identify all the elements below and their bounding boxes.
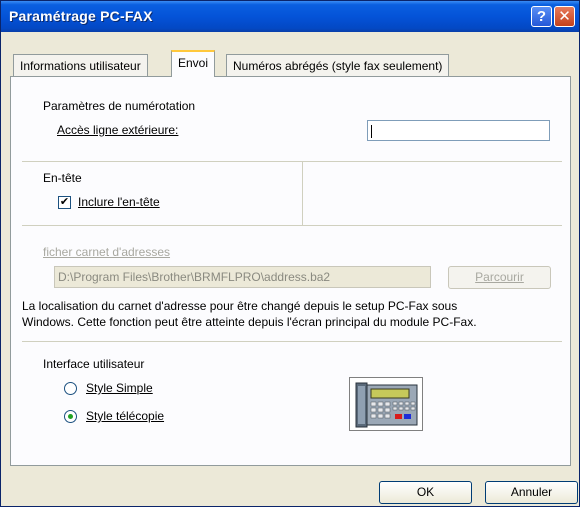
tab-numeros-abreges[interactable]: Numéros abrégés (style fax seulement) xyxy=(226,54,450,76)
include-header-checkbox[interactable]: ✔ xyxy=(58,196,71,209)
window-title: Paramétrage PC-FAX xyxy=(9,8,153,24)
fax-machine-icon xyxy=(349,377,423,431)
divider xyxy=(22,341,562,342)
style-telecopie-label[interactable]: Style télécopie xyxy=(86,409,164,423)
radio-style-telecopie[interactable] xyxy=(64,410,77,423)
title-bar[interactable]: Paramétrage PC-FAX ? ✕ xyxy=(1,1,579,32)
addressbook-note-line2: Windows. Cette fonction peut être attein… xyxy=(22,315,477,329)
dial-group-label: Paramètres de numérotation xyxy=(43,99,196,113)
outside-line-input[interactable] xyxy=(367,120,550,141)
divider xyxy=(22,161,562,162)
help-button[interactable]: ? xyxy=(531,6,552,27)
browse-button: Parcourir xyxy=(448,266,551,289)
header-group-label: En-tête xyxy=(43,171,82,185)
addressbook-group-label: ficher carnet d'adresses xyxy=(43,245,171,259)
tab-panel-envoi: Paramètres de numérotation Accès ligne e… xyxy=(10,76,571,466)
pcfax-settings-dialog: Paramétrage PC-FAX ? ✕ Informations util… xyxy=(0,0,580,507)
close-button[interactable]: ✕ xyxy=(554,6,575,27)
tab-label: Informations utilisateur xyxy=(20,59,141,73)
outside-line-label: Accès ligne extérieure: xyxy=(57,123,179,137)
checkmark-icon: ✔ xyxy=(59,196,70,208)
interface-group-label: Interface utilisateur xyxy=(43,357,145,371)
addressbook-note-line1: La localisation du carnet d'adresse pour… xyxy=(22,299,458,313)
radio-style-simple[interactable] xyxy=(64,382,77,395)
tab-label: Envoi xyxy=(178,56,209,70)
ok-button[interactable]: OK xyxy=(379,481,472,504)
include-header-label[interactable]: Inclure l'en-tête xyxy=(78,195,160,209)
browse-label: Parcourir xyxy=(475,270,524,284)
addressbook-path-input: D:\Program Files\Brother\BRMFLPRO\addres… xyxy=(54,266,431,288)
tab-informations-utilisateur[interactable]: Informations utilisateur xyxy=(13,54,148,76)
style-simple-label[interactable]: Style Simple xyxy=(86,381,153,395)
divider xyxy=(22,225,562,226)
tab-label: Numéros abrégés (style fax seulement) xyxy=(233,59,443,73)
divider xyxy=(302,161,303,225)
cancel-button[interactable]: Annuler xyxy=(485,481,578,504)
text-caret xyxy=(371,125,372,138)
radio-selected-dot xyxy=(68,414,73,419)
tab-envoi[interactable]: Envoi xyxy=(171,50,216,77)
